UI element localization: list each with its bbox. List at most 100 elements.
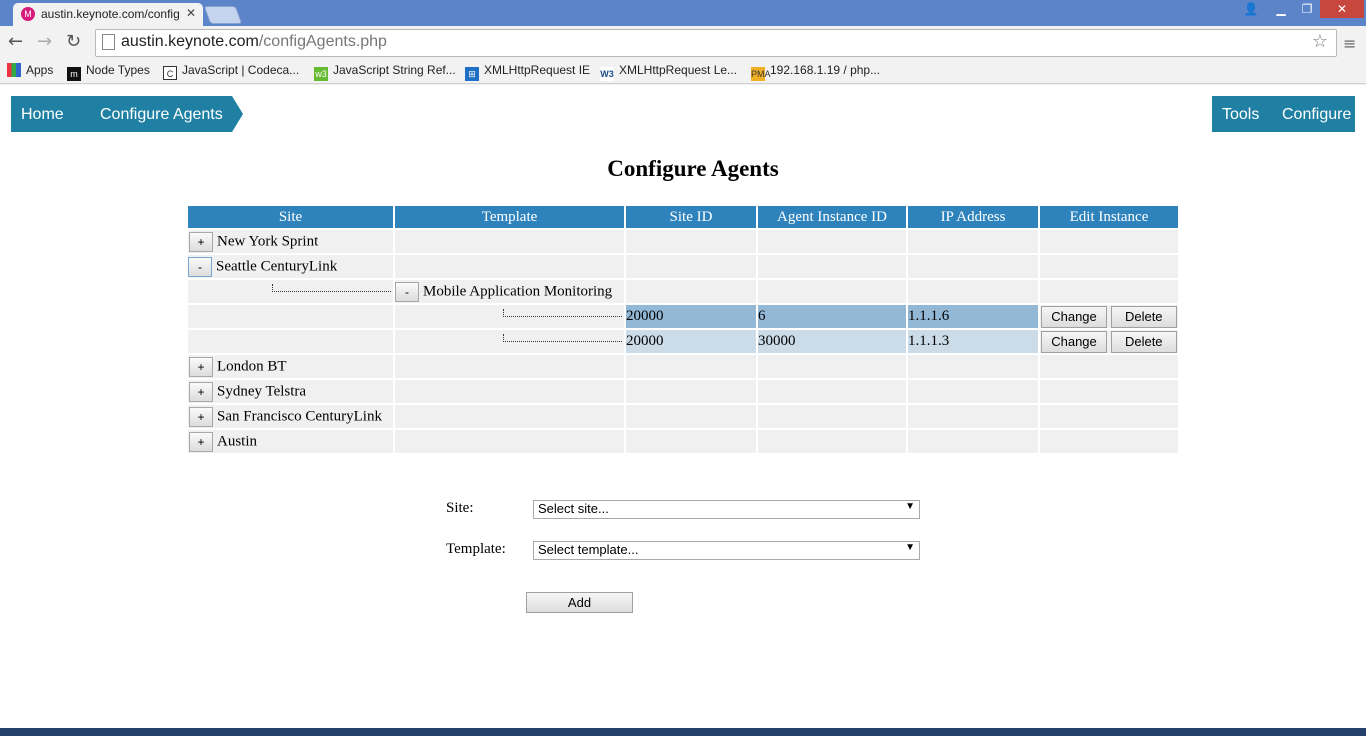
page-icon	[102, 34, 115, 50]
change-button[interactable]: Change	[1041, 330, 1107, 353]
codecademy-icon: C	[163, 66, 177, 80]
site-name: Sydney Telstra	[217, 382, 307, 399]
user-profile-icon[interactable]: 👤	[1238, 0, 1264, 18]
bookmark-label: XMLHttpRequest IE	[484, 63, 591, 77]
forward-arrow-icon[interactable]: →	[37, 31, 52, 52]
ip-address-cell: 1.1.1.3	[908, 330, 1038, 353]
bookmark-xmlhttprequest-ie[interactable]: ⊞ XMLHttpRequest IE	[465, 63, 590, 81]
change-button[interactable]: Change	[1041, 305, 1107, 328]
site-name: New York Sprint	[217, 232, 319, 249]
nav-configure-agents-link[interactable]: Configure Agents	[100, 106, 223, 124]
expand-toggle-button[interactable]: +	[189, 431, 213, 452]
delete-button[interactable]: Delete	[1110, 330, 1177, 353]
col-header-site-id[interactable]: Site ID	[626, 206, 756, 228]
breadcrumb-nav: Home Configure Agents	[11, 96, 232, 132]
site-cell: + Austin	[188, 430, 393, 453]
tree-connector-cell	[395, 330, 624, 353]
expand-toggle-button[interactable]: +	[189, 381, 213, 402]
table-row: - Seattle CenturyLink	[188, 255, 1178, 278]
url-host: austin.keynote.com	[121, 33, 259, 50]
tree-connector-cell	[395, 305, 624, 328]
browser-tab[interactable]: M austin.keynote.com/config ✕	[13, 3, 203, 26]
bookmark-node-types[interactable]: m Node Types	[67, 63, 150, 81]
collapse-toggle-button[interactable]: -	[188, 256, 212, 277]
expand-toggle-button[interactable]: +	[189, 406, 213, 427]
breadcrumb-arrow	[232, 96, 243, 132]
top-right-nav: Tools Configure	[1212, 96, 1355, 132]
dropdown-arrow-icon: ▼	[905, 542, 915, 553]
bookmark-label: JavaScript String Ref...	[333, 63, 456, 77]
w3c-icon: W3	[600, 67, 614, 81]
expand-toggle-button[interactable]: +	[189, 356, 213, 377]
table-header-row: Site Template Site ID Agent Instance ID …	[188, 206, 1178, 228]
tree-connector	[272, 284, 391, 292]
tree-connector	[503, 334, 622, 342]
tree-connector	[503, 309, 622, 317]
m-logo-icon: m	[67, 67, 81, 81]
nav-tools-link[interactable]: Tools	[1222, 106, 1259, 124]
bookmarks-bar: Apps m Node Types C JavaScript | Codeca...…	[0, 59, 1366, 84]
bookmark-w3schools[interactable]: w3 JavaScript String Ref...	[314, 63, 456, 81]
collapse-toggle-button[interactable]: -	[395, 281, 419, 302]
site-cell: + San Francisco CenturyLink	[188, 405, 393, 428]
site-select-value: Select site...	[538, 501, 609, 516]
bookmark-codecademy[interactable]: C JavaScript | Codeca...	[163, 63, 299, 80]
bookmark-label: Node Types	[86, 63, 150, 77]
site-name: London BT	[217, 357, 287, 374]
dropdown-arrow-icon: ▼	[905, 501, 915, 512]
address-bar[interactable]: austin.keynote.com/configAgents.php ☆	[95, 29, 1337, 57]
table-row[interactable]: 20000 30000 1.1.1.3 Change Delete	[188, 330, 1178, 353]
windows-icon: ⊞	[465, 67, 479, 81]
nav-home-link[interactable]: Home	[21, 106, 64, 124]
bookmark-label: XMLHttpRequest Le...	[619, 63, 738, 77]
add-button[interactable]: Add	[526, 592, 633, 613]
expand-toggle-button[interactable]: +	[189, 231, 213, 252]
delete-button[interactable]: Delete	[1110, 305, 1177, 328]
site-id-cell: 20000	[626, 330, 756, 353]
table-row: + New York Sprint	[188, 230, 1178, 253]
taskbar	[0, 728, 1366, 736]
url-path: /configAgents.php	[258, 33, 387, 50]
bookmark-apps[interactable]: Apps	[7, 63, 53, 77]
site-cell: + New York Sprint	[188, 230, 393, 253]
phpmyadmin-icon: PMA	[751, 67, 771, 81]
template-label: Template:	[446, 541, 506, 557]
template-select[interactable]: Select template... ▼	[533, 541, 920, 560]
col-header-site[interactable]: Site	[188, 206, 393, 228]
bookmark-label: JavaScript | Codeca...	[182, 63, 300, 77]
bookmark-xmlhttprequest-le[interactable]: W3 XMLHttpRequest Le...	[600, 63, 737, 81]
minimize-window-icon[interactable]: ▁	[1268, 0, 1294, 18]
apps-grid-icon	[7, 63, 21, 77]
site-cell: + London BT	[188, 355, 393, 378]
col-header-template[interactable]: Template	[395, 206, 624, 228]
col-header-ip-address[interactable]: IP Address	[908, 206, 1038, 228]
site-label: Site:	[446, 500, 474, 516]
menu-hamburger-icon[interactable]: ≡	[1343, 34, 1356, 53]
table-row-selected[interactable]: 20000 6 1.1.1.6 Change Delete	[188, 305, 1178, 328]
edit-instance-cell: Change Delete	[1040, 330, 1178, 353]
site-select[interactable]: Select site... ▼	[533, 500, 920, 519]
col-header-agent-instance-id[interactable]: Agent Instance ID	[758, 206, 906, 228]
bookmark-label: Apps	[26, 63, 54, 77]
edit-instance-cell: Change Delete	[1040, 305, 1178, 328]
reload-icon[interactable]: ↻	[66, 31, 81, 52]
bookmark-star-icon[interactable]: ☆	[1312, 31, 1328, 52]
w3schools-icon: w3	[314, 67, 328, 81]
site-id-cell: 20000	[626, 305, 756, 328]
table-row: - Mobile Application Monitoring	[188, 280, 1178, 303]
template-name: Mobile Application Monitoring	[423, 282, 613, 299]
agent-instance-id-cell: 6	[758, 305, 906, 328]
restore-window-icon[interactable]: ❐	[1294, 0, 1320, 18]
bookmark-phpmyadmin[interactable]: PMA192.168.1.19 / php...	[751, 63, 880, 81]
new-tab-button[interactable]	[203, 6, 243, 24]
site-name: Seattle CenturyLink	[216, 257, 338, 274]
site-name: San Francisco CenturyLink	[217, 407, 382, 424]
table-row: + San Francisco CenturyLink	[188, 405, 1178, 428]
nav-configure-link[interactable]: Configure	[1282, 106, 1351, 124]
ip-address-cell: 1.1.1.6	[908, 305, 1038, 328]
back-arrow-icon[interactable]: ←	[8, 31, 23, 52]
close-window-icon[interactable]: ✕	[1320, 0, 1364, 18]
tab-close-icon[interactable]: ✕	[186, 6, 196, 20]
col-header-edit-instance[interactable]: Edit Instance	[1040, 206, 1178, 228]
table-row: + Austin	[188, 430, 1178, 453]
